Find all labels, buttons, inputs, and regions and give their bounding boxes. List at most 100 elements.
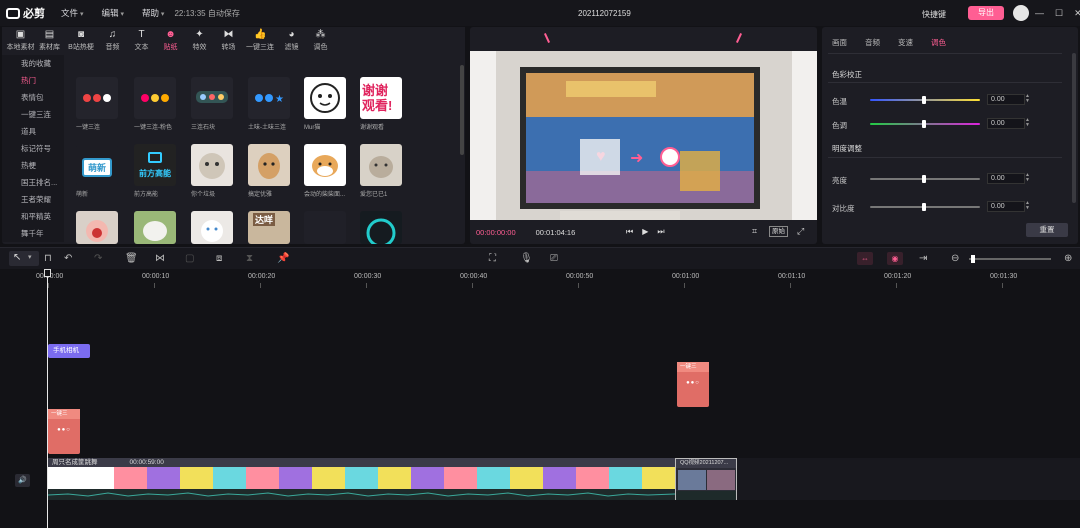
sticker-item[interactable] [360, 144, 402, 186]
ratio-button[interactable]: 原始 [769, 226, 788, 237]
effect-clip[interactable]: 手机相机 [48, 344, 90, 358]
properties-scrollbar[interactable] [1072, 53, 1076, 203]
sticker-item[interactable] [191, 144, 233, 186]
menu-file[interactable]: 文件 [61, 7, 83, 19]
tab-audio[interactable]: ♫ 音频 [98, 27, 127, 52]
sticker-item[interactable] [76, 211, 118, 244]
sticker-item[interactable] [191, 211, 233, 244]
menu-help[interactable]: 帮助 [142, 7, 164, 19]
minimize-icon[interactable]: — [1035, 8, 1044, 19]
temperature-knob[interactable] [922, 96, 926, 104]
select-tool[interactable]: ↖ ▾ [9, 251, 39, 266]
reset-button[interactable]: 重置 [1026, 223, 1068, 237]
tab-sticker[interactable]: ☻ 贴纸 [156, 27, 185, 52]
category-item[interactable]: 我的收藏 [2, 55, 64, 72]
brightness-knob[interactable] [922, 175, 926, 183]
contrast-knob[interactable] [922, 203, 926, 211]
tab-triple[interactable]: 👍 一键三连 [243, 27, 277, 52]
shortcut-button[interactable]: 快捷键 [922, 9, 946, 20]
tab-color[interactable]: ⁂ 调色 [306, 27, 335, 52]
zoom-knob[interactable] [971, 255, 975, 263]
spinner-icon[interactable]: ▲ ▼ [1025, 94, 1030, 104]
sticker-item[interactable]: 谢谢观看! [360, 77, 402, 119]
pin-icon[interactable]: 📌 [277, 253, 289, 264]
freeze-icon[interactable]: ⧈ [216, 253, 222, 264]
marker-tool-icon[interactable]: ⊓ [44, 253, 52, 264]
tint-value[interactable]: 0.00 [987, 118, 1025, 129]
tab-color-grade[interactable]: 调色 [931, 37, 946, 48]
link-toggle-icon[interactable]: ⇔ [857, 252, 873, 265]
zoom-in-icon[interactable]: ⊕ [1064, 253, 1072, 264]
category-item[interactable]: 标记符号 [2, 140, 64, 157]
sticker-clip[interactable]: 一键三 ●●○ [48, 409, 80, 454]
avatar[interactable] [1013, 5, 1029, 21]
maximize-icon[interactable]: ☐ [1055, 8, 1063, 19]
split-icon[interactable]: ⋈ [155, 253, 165, 264]
category-item[interactable]: 热门 [2, 72, 64, 89]
tab-picture[interactable]: 画面 [832, 37, 847, 48]
tab-transition[interactable]: ⧓ 转场 [214, 27, 243, 52]
second-video-clip[interactable]: QQ视频20211207... [675, 458, 737, 500]
tint-knob[interactable] [922, 120, 926, 128]
sticker-item[interactable] [134, 211, 176, 244]
play-icon[interactable]: ▶ [642, 227, 648, 237]
playhead-line[interactable] [47, 269, 48, 528]
sticker-item[interactable] [248, 144, 290, 186]
category-item[interactable]: 舞千年 [2, 225, 64, 242]
sticker-item[interactable]: 达咩 [248, 211, 290, 244]
camera-icon[interactable]: ⎚ [550, 253, 558, 264]
empty-track-area[interactable] [737, 458, 1080, 500]
undo-icon[interactable]: ↶ [64, 253, 72, 264]
sticker-item[interactable] [134, 77, 176, 119]
tab-local[interactable]: ▣ 本地素材 [6, 27, 35, 52]
track-volume-icon[interactable]: 🔊 [15, 474, 30, 487]
fit-screen-icon[interactable]: ⛶ [489, 253, 496, 264]
crop-clip-icon[interactable]: ▢ [185, 253, 194, 264]
category-item[interactable]: 一键三连 [2, 106, 64, 123]
zoom-out-icon[interactable]: ⊖ [951, 253, 959, 264]
category-item[interactable]: 表情包 [2, 89, 64, 106]
magnet-icon[interactable]: ◉ [887, 252, 903, 265]
sticker-item[interactable]: 萌新 [76, 144, 118, 186]
tab-audio[interactable]: 音频 [865, 37, 880, 48]
sticker-clip[interactable]: 一键三 ●●○ [677, 362, 709, 407]
prev-frame-icon[interactable]: ⏮ [626, 227, 633, 237]
delete-icon[interactable]: 🗑 [125, 253, 138, 264]
brightness-value[interactable]: 0.00 [987, 173, 1025, 184]
next-frame-icon[interactable]: ⏭ [657, 227, 664, 237]
time-ruler[interactable]: 00:00:00 00:00:10 00:00:20 00:00:30 00:0… [0, 269, 1080, 289]
sticker-item[interactable]: 前方高能 [134, 144, 176, 186]
spinner-icon[interactable]: ▲ ▼ [1025, 173, 1030, 183]
category-item[interactable]: 和平精英 [2, 208, 64, 225]
tab-filter[interactable]: ◕ 滤镜 [277, 27, 306, 52]
sticker-item[interactable] [304, 77, 346, 119]
redo-icon[interactable]: ↷ [94, 253, 102, 264]
temperature-value[interactable]: 0.00 [987, 94, 1025, 105]
tab-text[interactable]: T 文本 [127, 27, 156, 52]
category-item[interactable]: 王者荣耀 [2, 191, 64, 208]
tab-library[interactable]: ▤ 素材库 [35, 27, 64, 52]
main-video-clip[interactable]: 周只名成筐跳舞 00:00:59:00 [47, 458, 676, 500]
preview-video[interactable]: ♥ ➜ [470, 51, 817, 220]
close-icon[interactable]: ✕ [1074, 8, 1080, 19]
tab-speed[interactable]: 变速 [898, 37, 913, 48]
playhead-handle[interactable] [44, 269, 51, 277]
sticker-item[interactable] [360, 211, 402, 244]
spinner-icon[interactable]: ▲ ▼ [1025, 118, 1030, 128]
spinner-icon[interactable]: ▲ ▼ [1025, 201, 1030, 211]
category-item[interactable]: 国王排名... [2, 174, 64, 191]
fullscreen-icon[interactable]: ⤢ [797, 226, 804, 237]
sticker-item[interactable] [304, 144, 346, 186]
category-item[interactable]: 热梗 [2, 157, 64, 174]
tab-bilibili[interactable]: ◙ B站热梗 [64, 27, 98, 52]
export-button[interactable]: 导出 [968, 6, 1004, 20]
zoom-slider[interactable] [969, 258, 1051, 260]
mirror-icon[interactable]: ⧗ [246, 253, 253, 264]
media-scrollbar[interactable] [460, 65, 464, 155]
microphone-icon[interactable]: 🎙 [520, 253, 533, 264]
sticker-item[interactable]: ★ [248, 77, 290, 119]
crop-icon[interactable]: ⌗ [752, 226, 757, 237]
sticker-item[interactable] [191, 77, 233, 119]
snap-icon[interactable]: ⇥ [919, 253, 927, 264]
category-item[interactable]: 道具 [2, 123, 64, 140]
